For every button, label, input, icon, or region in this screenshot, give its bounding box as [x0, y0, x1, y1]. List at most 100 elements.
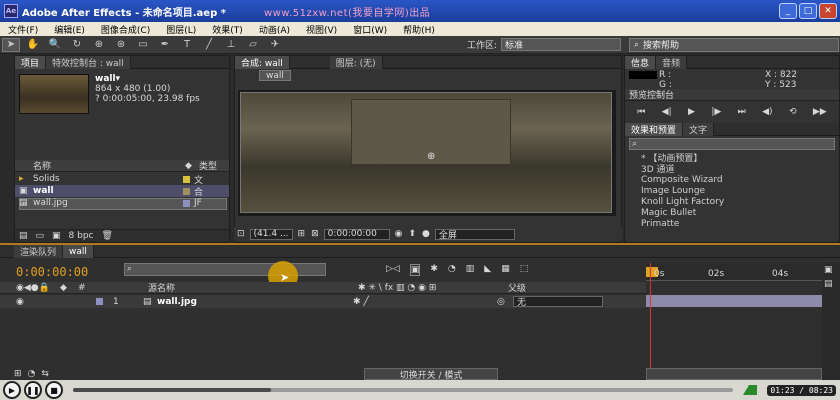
- hand-tool-icon[interactable]: ✋: [24, 38, 42, 52]
- brush-tool-icon[interactable]: ╱: [200, 38, 218, 52]
- comp-button-icon[interactable]: ▣: [822, 263, 840, 277]
- time-ruler[interactable]: 0s 02s 04s: [646, 263, 822, 281]
- list-item[interactable]: Composite Wizard: [625, 174, 839, 185]
- graph-editor-icon[interactable]: ⬚: [520, 264, 529, 276]
- layer-name[interactable]: wall.jpg: [157, 297, 353, 307]
- pan-behind-tool-icon[interactable]: ⊛: [112, 38, 130, 52]
- tab-render-queue[interactable]: 渲染队列: [14, 245, 64, 258]
- parent-select[interactable]: 无: [513, 296, 603, 308]
- first-frame-icon[interactable]: ⏮: [637, 107, 645, 117]
- rectangle-tool-icon[interactable]: ▭: [134, 38, 152, 52]
- camera-tool-icon[interactable]: ⊕: [90, 38, 108, 52]
- draft-3d-icon[interactable]: ✱: [430, 264, 438, 276]
- expand-stretch-icon[interactable]: ⇆: [41, 369, 49, 379]
- audio-icon[interactable]: ◀): [762, 107, 772, 117]
- av-features-icon[interactable]: ◉◀●🔒: [0, 283, 60, 293]
- col-name[interactable]: 名称: [15, 159, 185, 172]
- last-frame-icon[interactable]: ⏭: [738, 107, 746, 117]
- parent-pick-whip-icon[interactable]: ◎: [497, 297, 511, 307]
- zoom-tool-icon[interactable]: 🔍: [46, 38, 64, 52]
- volume-icon[interactable]: [743, 385, 757, 395]
- menu-file[interactable]: 文件(F): [0, 23, 46, 36]
- item-name[interactable]: wall▾: [95, 74, 200, 84]
- shy-icon[interactable]: ◔: [448, 264, 456, 276]
- menu-layer[interactable]: 图层(L): [158, 23, 204, 36]
- toggle-switches-modes-button[interactable]: 切换开关 / 模式: [364, 368, 498, 381]
- tab-timeline-wall[interactable]: wall: [63, 245, 94, 258]
- visibility-icon[interactable]: ◉: [0, 297, 92, 307]
- tab-composition[interactable]: 合成: wall: [235, 56, 290, 69]
- puppet-tool-icon[interactable]: ✈: [266, 38, 284, 52]
- expand-switches-icon[interactable]: ⊞: [14, 369, 22, 379]
- playback-progress-slider[interactable]: [73, 388, 733, 392]
- minimize-button[interactable]: _: [779, 3, 797, 19]
- list-item[interactable]: Primatte: [625, 218, 839, 229]
- comp-mini-flowchart-icon[interactable]: ▷◁: [386, 264, 400, 276]
- brainstorm-icon[interactable]: ▦: [501, 264, 510, 276]
- rotate-tool-icon[interactable]: ↻: [68, 38, 86, 52]
- pause-button[interactable]: ❚❚: [24, 381, 42, 399]
- text-tool-icon[interactable]: T: [178, 38, 196, 52]
- workspace-select[interactable]: 标准: [501, 38, 621, 51]
- layer-switches[interactable]: ✱ ╱: [353, 297, 497, 307]
- label-swatch[interactable]: [96, 298, 103, 305]
- preview-title[interactable]: 预览控制台: [625, 89, 839, 101]
- zoom-select[interactable]: (41.4 ...: [249, 228, 293, 240]
- safe-zones-icon[interactable]: ⊠: [311, 229, 319, 239]
- selection-tool-icon[interactable]: ➤: [2, 37, 20, 52]
- resolution-select[interactable]: 全屏: [434, 228, 515, 241]
- stop-button[interactable]: ■: [45, 381, 63, 399]
- table-row[interactable]: ◉ 1 ▤ wall.jpg ✱ ╱ ◎ 无: [0, 295, 646, 308]
- effects-search-input[interactable]: ⌕: [629, 138, 835, 150]
- tab-info[interactable]: 信息: [625, 56, 657, 69]
- maximize-button[interactable]: □: [799, 3, 817, 19]
- frame-blending-icon[interactable]: ▥: [466, 264, 475, 276]
- index-icon[interactable]: #: [78, 283, 148, 293]
- menu-window[interactable]: 窗口(W): [345, 23, 395, 36]
- next-frame-icon[interactable]: |▶: [711, 107, 721, 117]
- expand-modes-icon[interactable]: ◔: [28, 369, 36, 379]
- label-icon[interactable]: ◆: [60, 283, 78, 293]
- play-button[interactable]: ▶: [3, 381, 21, 399]
- menu-help[interactable]: 帮助(H): [395, 23, 443, 36]
- new-folder-icon[interactable]: ▭: [36, 231, 45, 241]
- always-preview-icon[interactable]: ⊡: [237, 229, 245, 239]
- anchor-point-icon[interactable]: ⊕: [427, 151, 435, 162]
- clone-stamp-tool-icon[interactable]: ⊥: [222, 38, 240, 52]
- label-icon[interactable]: ◆: [185, 161, 199, 171]
- menu-animation[interactable]: 动画(A): [251, 23, 298, 36]
- motion-blur-icon[interactable]: ◣: [484, 264, 491, 276]
- eraser-tool-icon[interactable]: ▱: [244, 38, 262, 52]
- col-type[interactable]: 类型: [199, 159, 217, 172]
- search-help-input[interactable]: ⌕ 搜索帮助: [629, 37, 839, 52]
- tab-effects-presets[interactable]: 效果和预置: [625, 123, 684, 136]
- loop-icon[interactable]: ⟲: [789, 107, 797, 117]
- list-item[interactable]: ▸ Solids 文: [15, 173, 229, 186]
- menu-effect[interactable]: 效果(T): [204, 23, 251, 36]
- list-item[interactable]: Knoll Light Factory: [625, 196, 839, 207]
- list-item[interactable]: Image Lounge: [625, 185, 839, 196]
- delete-icon[interactable]: 🗑: [102, 231, 113, 241]
- snapshot-icon[interactable]: ◉: [395, 229, 403, 239]
- col-source-name[interactable]: 源名称: [148, 281, 358, 294]
- menu-edit[interactable]: 编辑(E): [46, 23, 93, 36]
- list-item[interactable]: Magic Bullet: [625, 207, 839, 218]
- new-comp-icon[interactable]: ▣: [52, 231, 61, 241]
- tab-layer[interactable]: 图层: (无): [329, 56, 383, 69]
- video-frame[interactable]: ⊕: [240, 92, 612, 213]
- comp-sub-tab[interactable]: wall: [259, 70, 291, 81]
- tab-character[interactable]: 文字: [683, 123, 715, 136]
- live-update-icon[interactable]: ▣: [409, 264, 421, 276]
- tab-project[interactable]: 项目: [15, 56, 47, 69]
- prev-frame-icon[interactable]: ◀|: [662, 107, 672, 117]
- ram-preview-icon[interactable]: ▶▶: [813, 107, 827, 117]
- list-item[interactable]: ▣ wall 合: [15, 185, 229, 198]
- list-item[interactable]: ▤ wall.jpg JF: [15, 197, 229, 209]
- tab-audio[interactable]: 音频: [656, 56, 688, 69]
- current-time-indicator[interactable]: [650, 263, 651, 381]
- play-icon[interactable]: ▶: [688, 107, 695, 117]
- col-parent[interactable]: 父级: [508, 281, 526, 294]
- current-time-field[interactable]: 0:00:00:00: [323, 228, 390, 240]
- timeline-zoom-slider[interactable]: [646, 368, 822, 380]
- menu-view[interactable]: 视图(V): [298, 23, 345, 36]
